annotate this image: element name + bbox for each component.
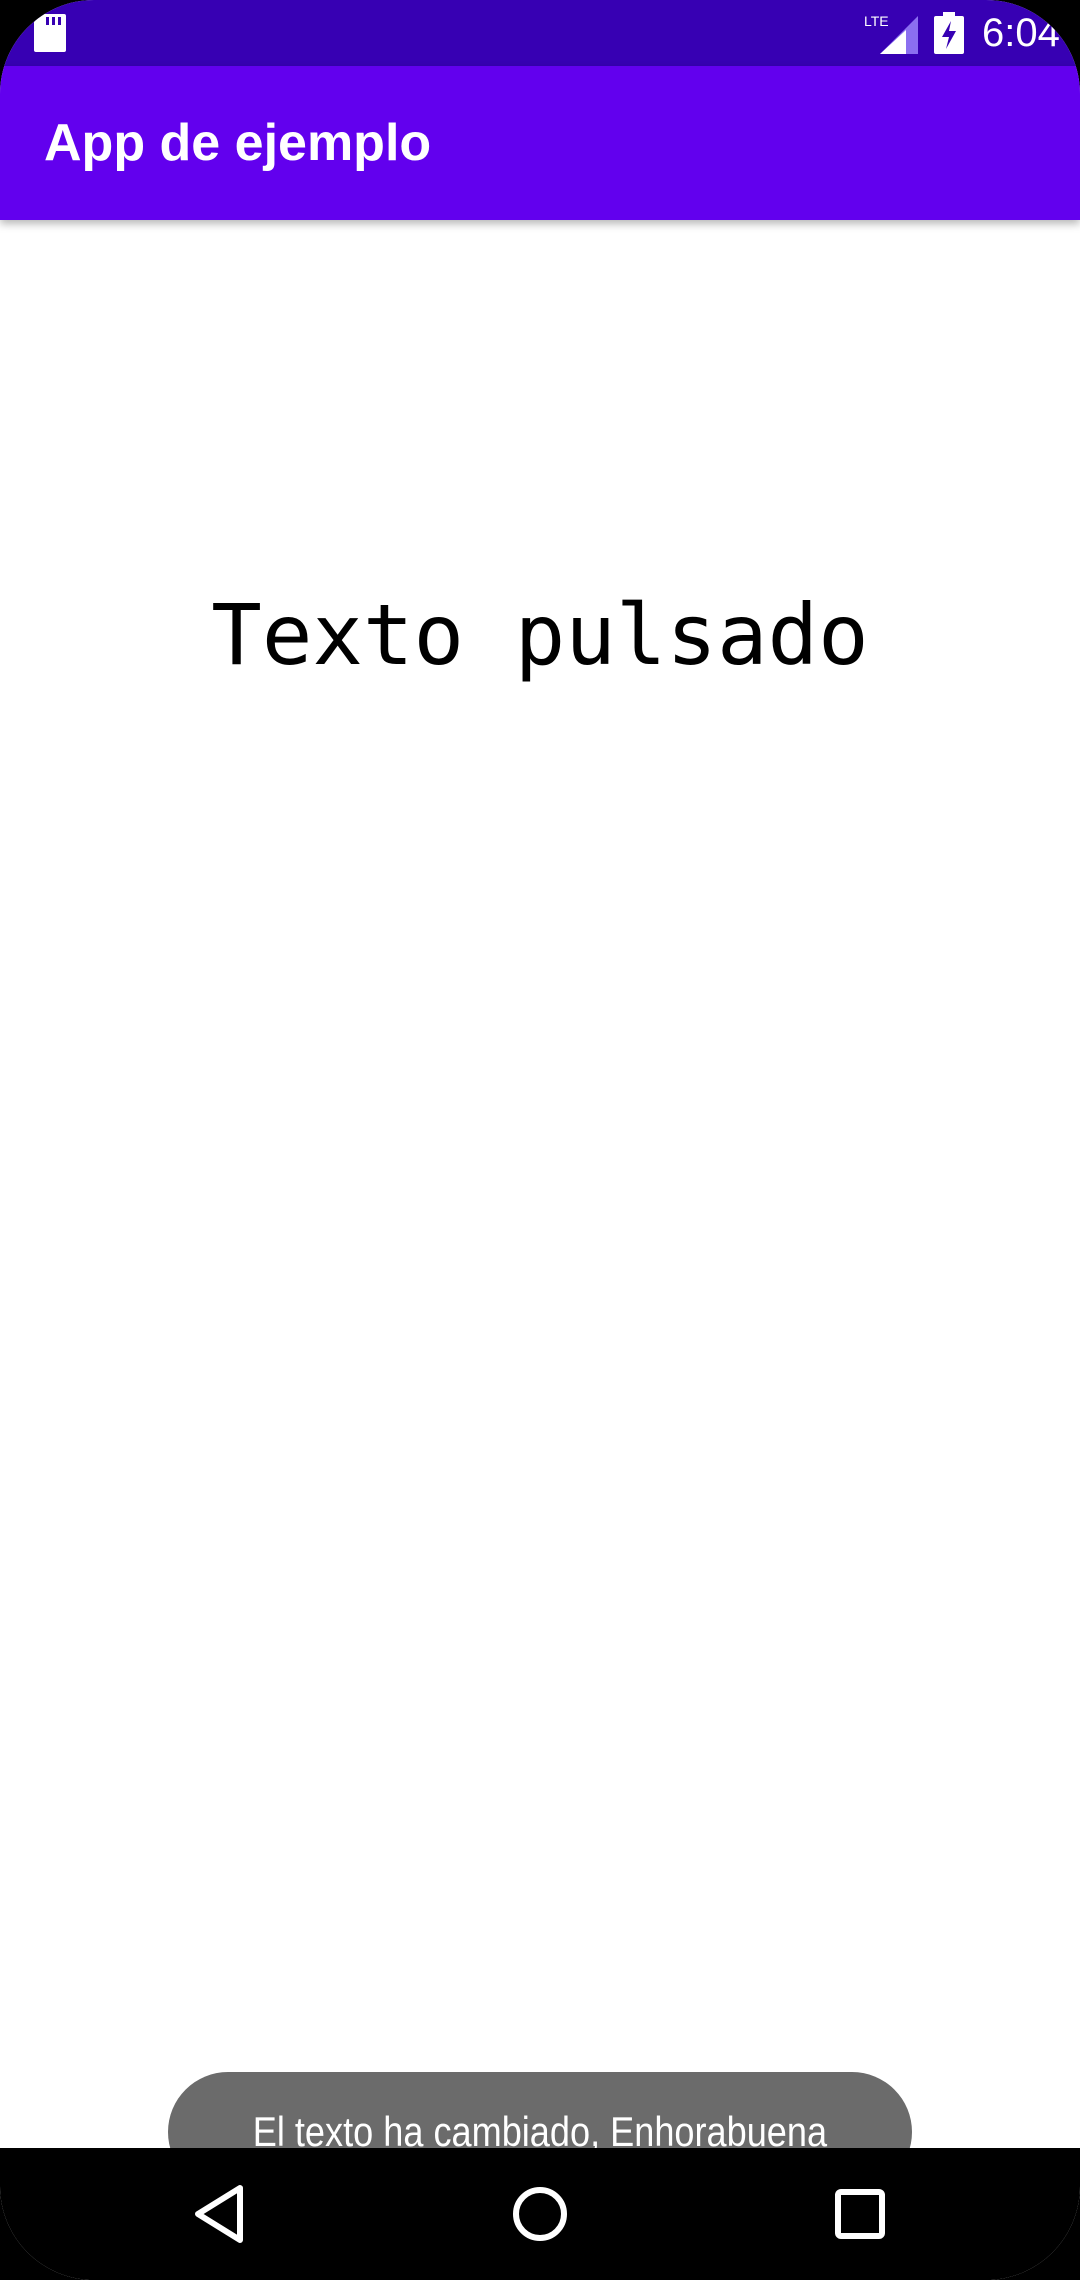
app-title: App de ejemplo — [44, 114, 432, 172]
app-bar: App de ejemplo — [0, 66, 1080, 220]
signal-icon: LTE — [864, 13, 918, 54]
recents-icon[interactable] — [824, 2178, 896, 2250]
main-content: Texto pulsado El texto ha cambiado, Enho… — [0, 220, 1080, 2192]
back-icon[interactable] — [184, 2178, 256, 2250]
phone-screen: LTE 6:04 App de ejemplo Texto pulsado El… — [0, 0, 1080, 2280]
status-clock: 6:04 — [982, 11, 1060, 55]
network-type-label: LTE — [864, 13, 889, 29]
battery-charging-icon — [934, 12, 964, 54]
status-bar: LTE 6:04 — [0, 0, 1080, 66]
navigation-bar — [0, 2148, 1080, 2280]
home-icon[interactable] — [504, 2178, 576, 2250]
sd-card-icon — [34, 14, 66, 52]
pressed-text[interactable]: Texto pulsado — [0, 580, 1080, 690]
